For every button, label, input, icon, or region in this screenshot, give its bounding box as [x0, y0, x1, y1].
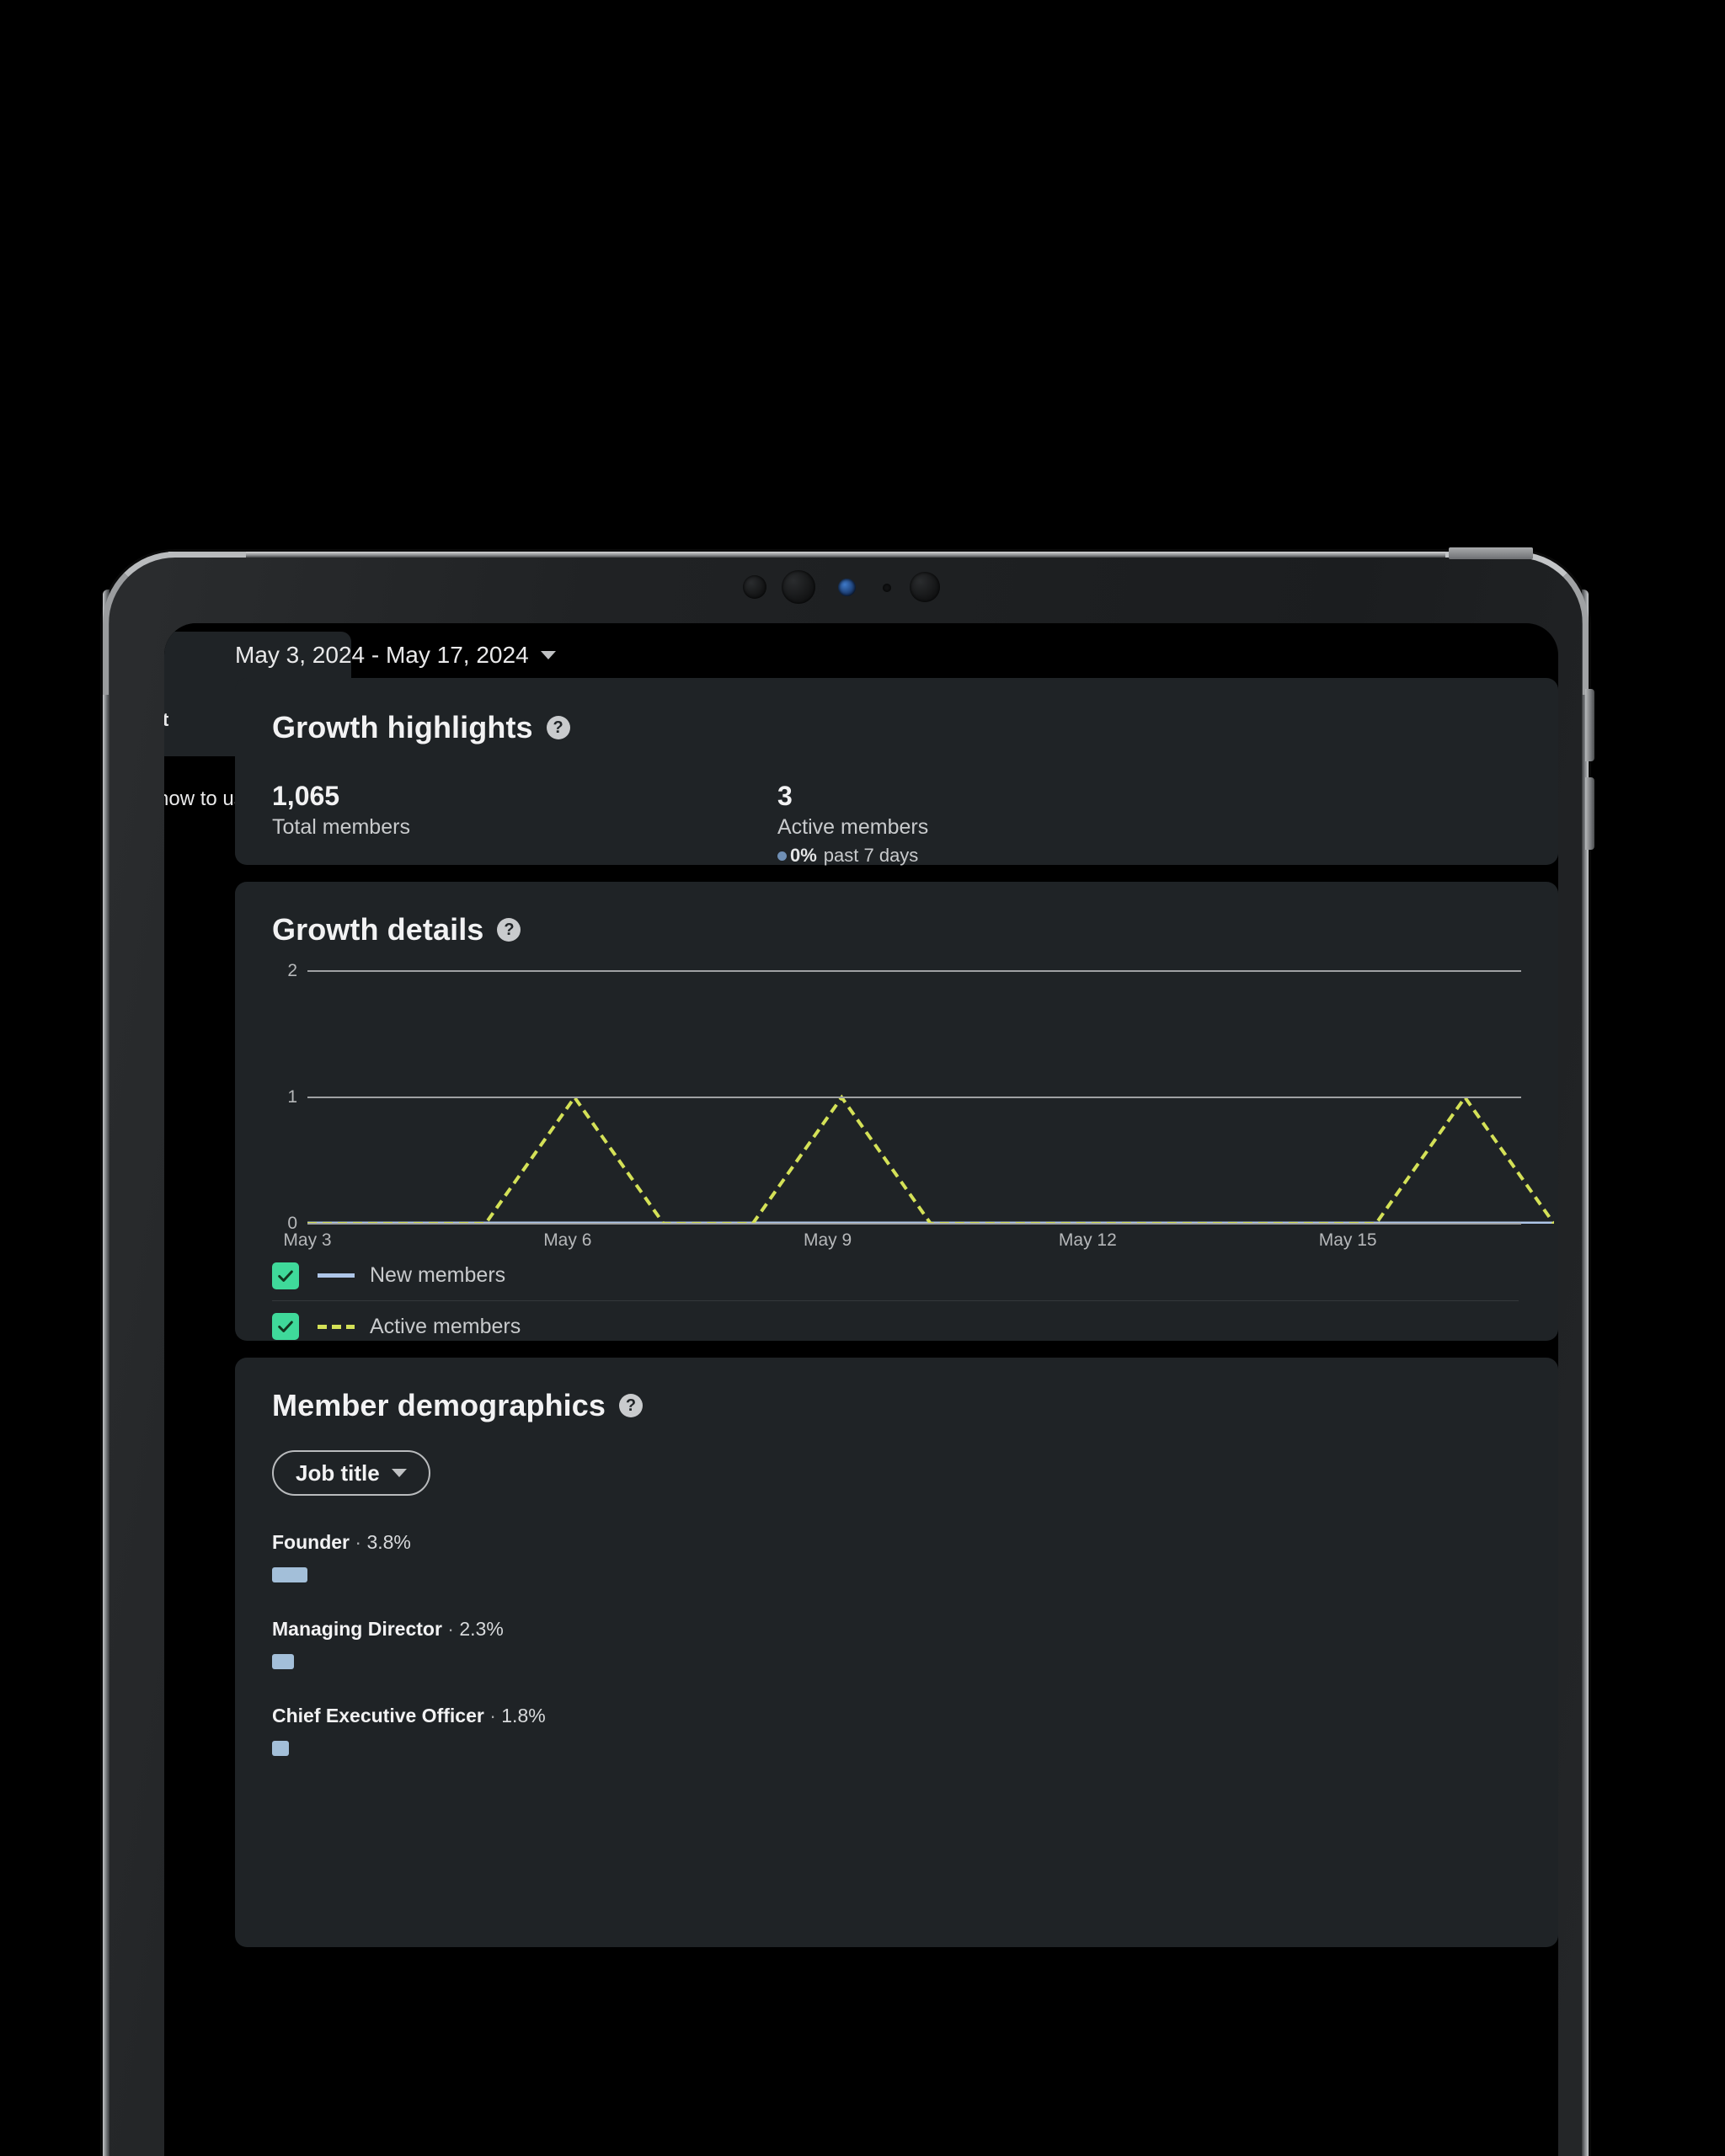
chart-x-tick-label: May 3: [283, 1230, 332, 1250]
growth-details-header: Growth details ?: [272, 912, 1521, 947]
device-left-rim: [103, 590, 109, 2156]
chart-x-tick-label: May 9: [803, 1230, 852, 1250]
screenshot-stage: t how to use Group May 3, 2024 - May 17,…: [0, 0, 1725, 2156]
demographic-percent: 1.8%: [501, 1705, 546, 1726]
member-demographics-title: Member demographics: [272, 1388, 606, 1422]
camera-lens-wide-icon: [743, 575, 766, 599]
legend-swatch-solid: [318, 1273, 355, 1278]
job-title-filter-dropdown[interactable]: Job title: [272, 1450, 430, 1496]
stat-label: Total members: [272, 815, 410, 839]
legend-label: New members: [370, 1263, 506, 1287]
growth-highlights-stats: 1,065 Total members 3 Active members 0% …: [272, 779, 1521, 867]
delta-dot-icon: [777, 851, 787, 861]
demographic-label: Managing Director · 2.3%: [272, 1618, 1521, 1641]
stat-delta: 0% past 7 days: [777, 845, 1283, 867]
date-range-selector[interactable]: May 3, 2024 - May 17, 2024: [235, 642, 556, 669]
chart-x-tick-label: May 6: [543, 1230, 592, 1250]
demographic-percent: 2.3%: [459, 1618, 504, 1640]
member-demographics-header: Member demographics ?: [272, 1388, 1521, 1423]
camera-sensor-cluster: [741, 568, 1011, 606]
member-demographics-card: Member demographics ? Job title Founder …: [235, 1358, 1558, 1947]
chart-legend: New members Active members: [272, 1251, 1519, 1352]
demographic-bar: [272, 1741, 289, 1756]
chart-y-tick-label: 2: [287, 961, 297, 980]
stat-value: 3: [777, 781, 793, 811]
chart-y-tick-label: 1: [287, 1087, 297, 1107]
stat-label: Active members: [777, 815, 929, 839]
demographic-label: Founder · 3.8%: [272, 1531, 1521, 1554]
stat-value: 1,065: [272, 781, 340, 811]
growth-highlights-header: Growth highlights ?: [272, 710, 1521, 745]
antenna-band: [1449, 547, 1533, 559]
device-screen: t how to use Group May 3, 2024 - May 17,…: [164, 623, 1558, 2156]
chart-gridline: [307, 1223, 1521, 1225]
help-icon[interactable]: ?: [546, 716, 570, 739]
demographic-bar: [272, 1567, 307, 1582]
volume-button[interactable]: [1585, 689, 1594, 761]
legend-swatch-dashed: [318, 1324, 355, 1329]
demographic-separator: ·: [350, 1531, 367, 1553]
demographic-bar: [272, 1654, 294, 1669]
demographic-name: Managing Director: [272, 1618, 442, 1640]
chevron-down-icon: [391, 1469, 407, 1477]
power-button[interactable]: [1585, 777, 1594, 850]
stat-total-members: 1,065 Total members: [272, 779, 777, 867]
demographic-item: Managing Director · 2.3%: [272, 1618, 1521, 1669]
demographic-name: Chief Executive Officer: [272, 1705, 484, 1726]
camera-lens-main-icon: [782, 570, 815, 604]
device-top-rim: [168, 552, 1526, 558]
legend-item-new-members[interactable]: New members: [272, 1251, 1519, 1301]
demographic-item: Chief Executive Officer · 1.8%: [272, 1705, 1521, 1756]
main-content: May 3, 2024 - May 17, 2024 Growth highli…: [235, 623, 1558, 2156]
growth-highlights-title: Growth highlights: [272, 710, 533, 744]
demographic-label: Chief Executive Officer · 1.8%: [272, 1705, 1521, 1727]
demographic-name: Founder: [272, 1531, 350, 1553]
chart-gridline: [307, 1097, 1521, 1098]
sensor-dot-icon: [883, 584, 891, 592]
growth-details-title: Growth details: [272, 912, 484, 947]
sidebar-card-text: t: [164, 709, 169, 730]
delta-percent: 0%: [790, 845, 817, 866]
demographic-separator: ·: [483, 1705, 502, 1726]
help-icon[interactable]: ?: [619, 1394, 644, 1417]
demographic-separator: ·: [441, 1618, 460, 1640]
delta-period: past 7 days: [823, 845, 919, 866]
legend-label: Active members: [370, 1314, 521, 1338]
demographic-item: Founder · 3.8%: [272, 1531, 1521, 1582]
legend-item-active-members[interactable]: Active members: [272, 1301, 1519, 1352]
stat-active-members: 3 Active members 0% past 7 days: [777, 779, 1283, 867]
chart-gridline: [307, 970, 1521, 972]
growth-details-chart: 0 1 2 May 3 May 6 May 9 May 12 May 15: [272, 961, 1521, 1250]
job-title-filter-label: Job title: [296, 1460, 380, 1486]
camera-lens-blue-icon: [838, 579, 856, 596]
chart-x-tick-label: May 12: [1058, 1230, 1117, 1250]
demographics-list: Founder · 3.8% Managing Director · 2.3% Ch…: [272, 1531, 1521, 1756]
growth-details-card: Growth details ? 0 1 2 May 3 May 6 May 9 May 1…: [235, 882, 1558, 1341]
growth-highlights-card: Growth highlights ? 1,065 Total members …: [235, 678, 1558, 867]
demographic-percent: 3.8%: [366, 1531, 411, 1553]
chevron-down-icon: [540, 651, 556, 659]
checkbox-checked-icon[interactable]: [272, 1262, 299, 1289]
chart-series-active-members: [307, 1097, 1554, 1224]
checkbox-checked-icon[interactable]: [272, 1313, 299, 1340]
chart-x-tick-label: May 15: [1318, 1230, 1377, 1250]
help-icon[interactable]: ?: [497, 918, 521, 942]
camera-lens-tele-icon: [910, 572, 940, 602]
date-range-label: May 3, 2024 - May 17, 2024: [235, 642, 529, 668]
